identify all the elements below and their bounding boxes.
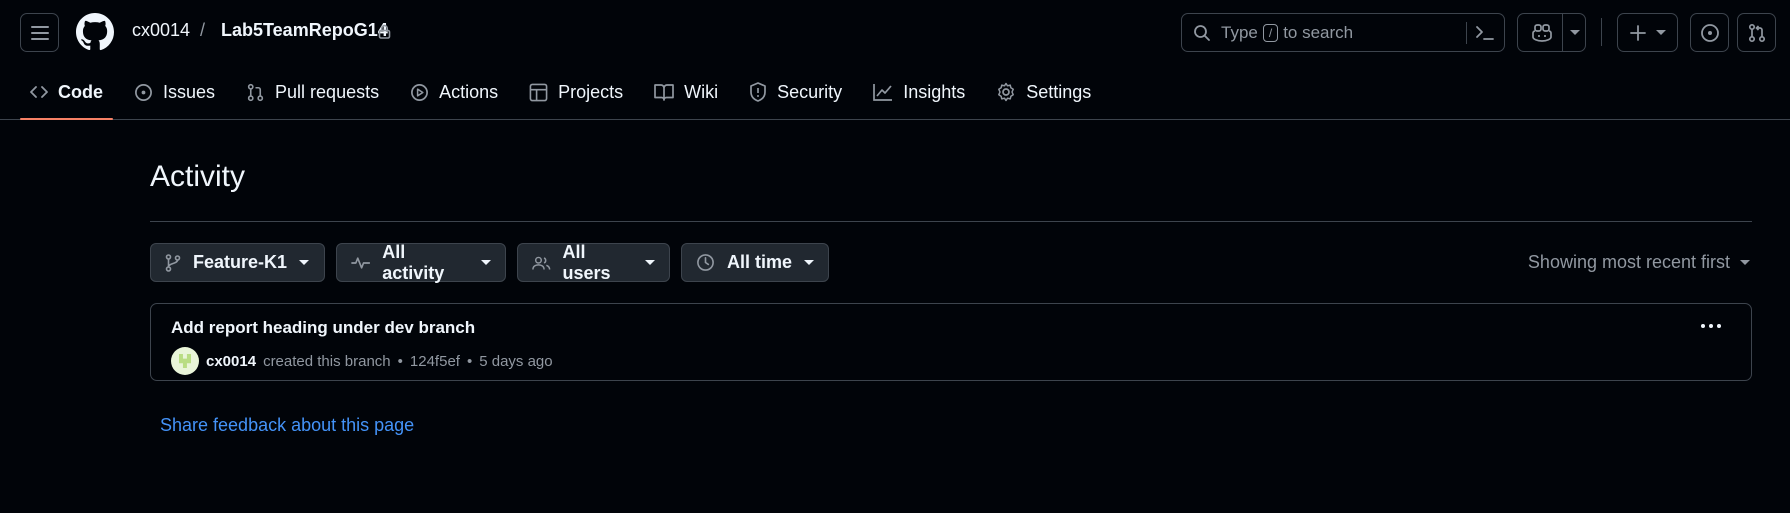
chevron-down-icon [645, 260, 655, 265]
tab-label: Projects [558, 81, 624, 102]
git-branch-icon [165, 253, 181, 272]
chevron-down-icon [299, 260, 310, 265]
plus-icon [1629, 24, 1646, 41]
activity-action: created this branch [263, 352, 391, 370]
graph-icon [873, 84, 893, 101]
time-filter-label: All time [727, 252, 793, 272]
lock-icon [378, 24, 391, 39]
kebab-dot [1709, 324, 1713, 328]
code-icon [30, 86, 48, 98]
branch-filter-label: Feature-K1 [193, 252, 288, 272]
tab-label: Settings [1026, 81, 1092, 102]
pull-requests-button[interactable] [1737, 13, 1776, 52]
pulse-icon [351, 256, 371, 269]
tab-settings[interactable]: Settings [986, 70, 1101, 114]
meta-separator: • [466, 352, 473, 370]
owner-link[interactable]: cx0014 [132, 20, 190, 41]
kebab-dot [1717, 324, 1721, 328]
play-icon [411, 83, 429, 101]
relative-time: 5 days ago [479, 352, 553, 370]
activity-title[interactable]: Add report heading under dev branch [171, 318, 475, 338]
tab-label: Pull requests [275, 81, 380, 102]
sort-order-button[interactable]: Showing most recent first [1528, 252, 1750, 273]
author-link[interactable]: cx0014 [206, 353, 256, 370]
issue-opened-icon [135, 83, 152, 101]
book-icon [654, 84, 675, 101]
search-placeholder: Type / to search [1221, 23, 1353, 43]
avatar[interactable] [171, 347, 199, 375]
users-filter-button[interactable]: All users [517, 241, 670, 283]
tab-wiki[interactable]: Wiki [644, 70, 728, 114]
command-palette-icon[interactable] [1475, 24, 1495, 42]
tab-label: Code [58, 81, 103, 102]
search-icon [1194, 25, 1210, 41]
copilot-button[interactable] [1517, 13, 1586, 52]
search-prefix: Type [1221, 23, 1258, 42]
header-divider [1601, 18, 1602, 46]
shield-icon [750, 82, 767, 102]
git-pull-request-icon [1748, 23, 1765, 42]
tab-issues[interactable]: Issues [124, 70, 225, 114]
tab-label: Insights [903, 81, 966, 102]
commit-sha-link[interactable]: 124f5ef [410, 353, 460, 370]
tab-insights[interactable]: Insights [863, 70, 975, 114]
copilot-divider [1562, 14, 1563, 51]
chevron-down-icon [1740, 260, 1750, 265]
tab-label: Actions [439, 81, 499, 102]
breadcrumb-separator: / [200, 20, 206, 40]
more-actions-button[interactable] [1701, 324, 1721, 328]
activity-filter-button[interactable]: All activity [336, 241, 506, 283]
title-divider [150, 221, 1752, 222]
activity-filter-label: All activity [382, 241, 445, 283]
tab-security[interactable]: Security [739, 70, 852, 114]
menu-button[interactable] [20, 13, 59, 52]
tab-label: Wiki [684, 81, 719, 102]
tab-code[interactable]: Code [20, 70, 113, 120]
create-new-button[interactable] [1617, 13, 1678, 52]
activity-meta: cx0014 created this branch • 124f5ef • 5… [171, 347, 553, 375]
gear-icon [998, 82, 1015, 102]
chevron-down-icon [804, 260, 814, 265]
copilot-dropdown-icon[interactable] [1570, 30, 1580, 35]
people-icon [532, 256, 551, 270]
create-dropdown-icon [1655, 30, 1666, 35]
time-filter-button[interactable]: All time [681, 243, 829, 282]
issues-button[interactable] [1690, 13, 1729, 52]
meta-separator: • [397, 352, 403, 370]
issue-opened-icon [1700, 23, 1719, 42]
copilot-icon [1532, 23, 1552, 42]
share-feedback-link[interactable]: Share feedback about this page [160, 415, 414, 436]
search-shortcut-key: / [1262, 24, 1279, 42]
github-logo-icon[interactable] [76, 13, 114, 51]
search-suffix: to search [1283, 23, 1354, 42]
hamburger-icon [30, 25, 49, 40]
table-icon [529, 83, 548, 101]
tab-label: Security [777, 81, 843, 102]
tab-label: Issues [163, 81, 216, 102]
tab-pull-requests[interactable]: Pull requests [236, 70, 389, 114]
tab-actions[interactable]: Actions [400, 70, 508, 114]
clock-icon [697, 254, 714, 271]
sort-order-label: Showing most recent first [1527, 252, 1730, 272]
chevron-down-icon [481, 260, 491, 265]
activity-item: Add report heading under dev branch cx00… [150, 303, 1752, 381]
page-title: Activity [150, 160, 246, 193]
repo-link[interactable]: Lab5TeamRepoG14 [221, 20, 388, 41]
users-filter-label: All users [562, 241, 611, 283]
kebab-dot [1701, 324, 1705, 328]
repo-tabs: Code Issues Pull requests Actions Projec… [20, 70, 1112, 120]
branch-filter-button[interactable]: Feature-K1 [150, 243, 325, 282]
app-header: cx0014 / Lab5TeamRepoG14 Type / to searc… [0, 0, 1790, 120]
search-input[interactable]: Type / to search [1181, 13, 1505, 52]
search-divider [1466, 22, 1467, 44]
git-pull-request-icon [247, 83, 264, 101]
tab-projects[interactable]: Projects [519, 70, 633, 114]
